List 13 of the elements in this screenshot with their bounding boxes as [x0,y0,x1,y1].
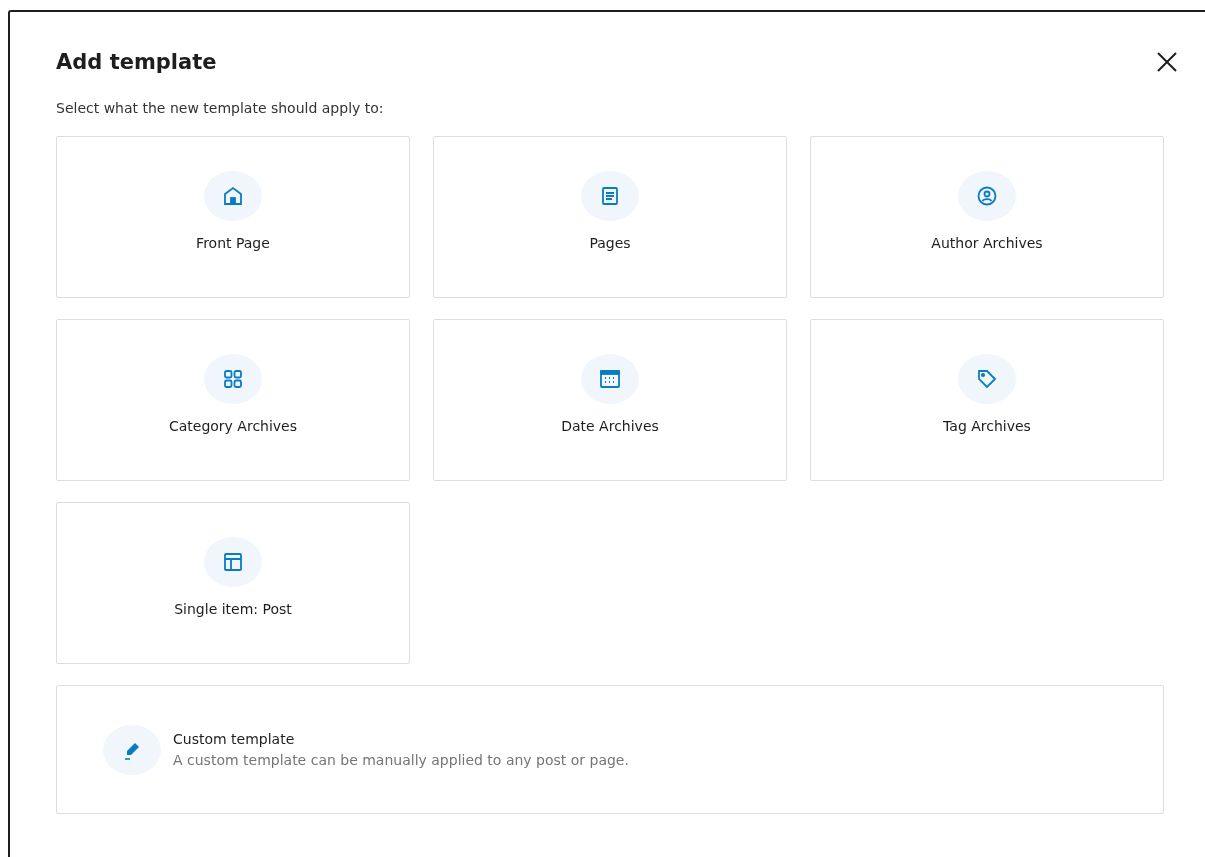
dialog-subtitle: Select what the new template should apply to: [56,100,385,116]
template-option[interactable]: Pages [433,136,787,298]
close-button[interactable] [1156,51,1178,73]
template-option[interactable]: Category Archives [56,319,410,481]
template-option[interactable]: Single item: Post [56,502,410,664]
dialog-title: Add template [56,50,217,74]
custom-template-option[interactable]: Custom template A custom template can be manually applied to any post or page. [56,685,1164,814]
template-option[interactable]: Author Archives [810,136,1164,298]
custom-template-title: Custom template [173,731,296,747]
custom-template-description: A custom template can be manually applied to any post or page. [173,752,629,768]
template-option[interactable]: Front Page [56,136,410,298]
template-option[interactable]: Tag Archives [810,319,1164,481]
template-option[interactable]: Date Archives [433,319,787,481]
